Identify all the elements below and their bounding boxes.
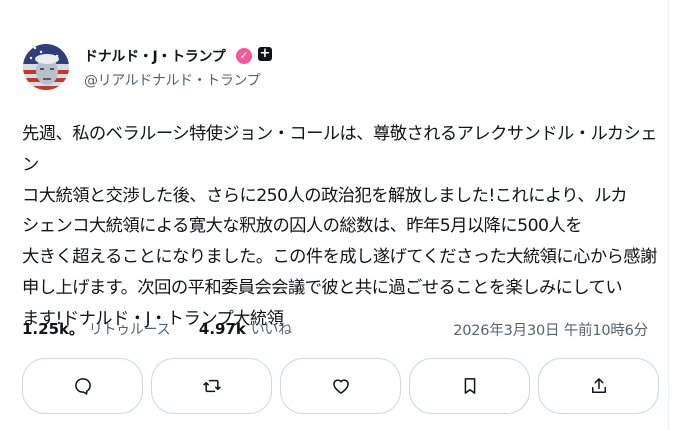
repost-button[interactable]: [151, 358, 272, 414]
bookmark-button[interactable]: [409, 358, 530, 414]
reply-icon: [74, 378, 91, 395]
post-timestamp: 2026年3月30日 午前10時6分: [453, 323, 648, 339]
follow-plus-icon[interactable]: +: [258, 47, 272, 61]
reply-button[interactable]: [22, 358, 143, 414]
likes-label[interactable]: いいね: [251, 322, 292, 338]
avatar-image: [23, 44, 69, 90]
share-button[interactable]: [538, 358, 659, 414]
repost-icon: [202, 379, 221, 393]
reposts-separator: 。: [69, 320, 85, 338]
heart-icon: [332, 379, 349, 394]
avatar[interactable]: [23, 44, 69, 90]
reposts-count[interactable]: 1.25k: [22, 320, 69, 338]
post-card: ドナルド・J・トランプ ✓ + @リアルドナルド・トランプ 先週、私のベラルーシ…: [0, 0, 669, 430]
reposts-label[interactable]: リトゥルース: [89, 322, 171, 338]
author-name[interactable]: ドナルド・J・トランプ: [84, 46, 226, 66]
action-bar: [22, 358, 662, 414]
like-button[interactable]: [280, 358, 401, 414]
likes-count[interactable]: 4.97k: [199, 320, 246, 338]
bookmark-icon: [464, 378, 475, 394]
post-text: 先週、私のベラルーシ特使ジョン・コールは、尊敬されるアレクサンドル・ルカシェン …: [22, 124, 657, 329]
author-handle[interactable]: @リアルドナルド・トランプ: [84, 70, 261, 90]
share-icon: [591, 378, 606, 393]
post-stats: 1.25k。 リトゥルース 4.97k いいね 2026年3月30日 午前10時…: [22, 318, 662, 340]
verified-badge-icon: ✓: [236, 48, 252, 64]
